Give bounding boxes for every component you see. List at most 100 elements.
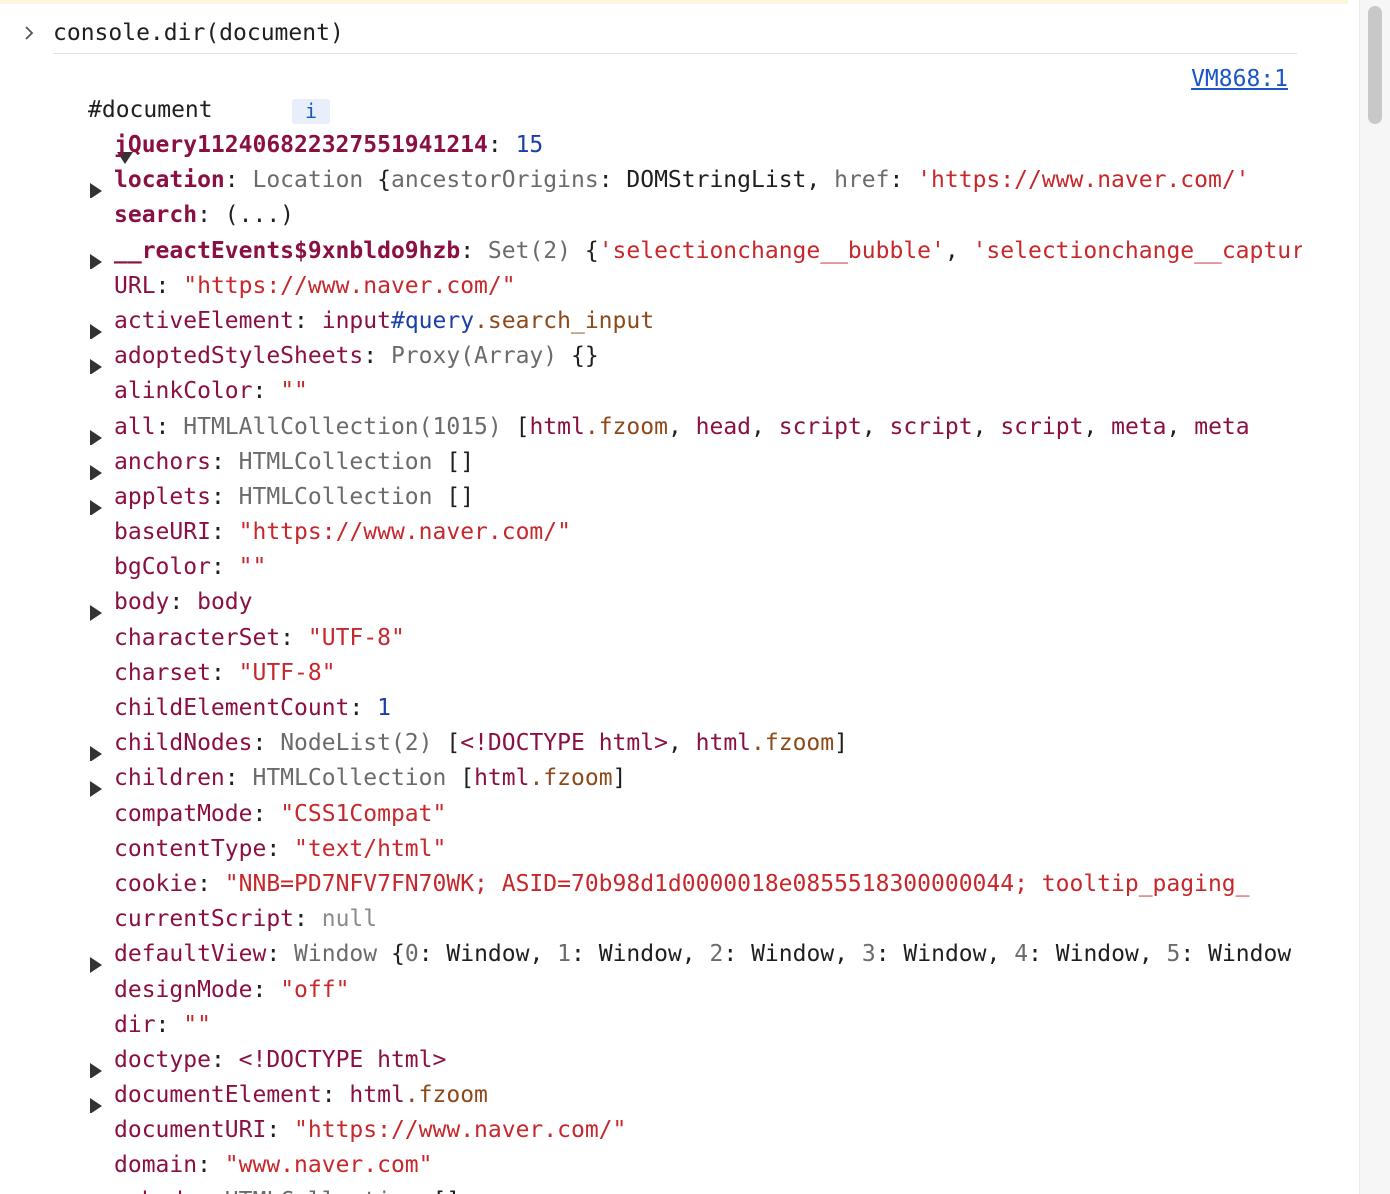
property-value-part: script [889,413,973,440]
property-value-part: , [944,237,973,264]
scrollbar[interactable] [1359,0,1390,1194]
property-value-part: html [529,413,585,440]
property-row[interactable]: children: HTMLCollection [html.fzoom] [0,761,1302,797]
property-key: anchors [114,448,211,475]
property-row: characterSet: "UTF-8" [0,621,1302,656]
scrollbar-thumb[interactable] [1368,6,1382,124]
property-value-part: { [390,941,405,968]
property-key: applets [114,483,211,510]
property-row[interactable]: adoptedStyleSheets: Proxy(Array) {} [0,339,1302,375]
triangle-right-icon[interactable] [90,175,102,199]
property-value-part: "https://www.naver.com/" [238,519,571,546]
property-content: jQuery112406822327551941214: 15 [114,128,1302,163]
property-value-part: 2 [709,941,724,968]
property-key: URL [114,272,156,299]
property-value-part: body [197,589,253,616]
property-key: compatMode [114,800,253,827]
property-value-part: : Window, [875,941,1015,968]
document-root-row[interactable]: #document i [62,93,330,164]
property-value-part: : Window, [1028,941,1167,968]
property-row: domain: "www.naver.com" [0,1148,1302,1183]
property-value-part: "CSS1Compat" [280,800,447,827]
property-value-part: "text/html" [294,835,447,862]
property-value-part: : [224,765,253,792]
property-value-part: : [210,1046,239,1073]
property-row[interactable]: embeds: HTMLCollection [] [0,1184,1302,1194]
property-row[interactable]: applets: HTMLCollection [] [0,480,1302,516]
property-value-part: : [266,1117,295,1144]
property-content: cookie: "NNB=PD7NFV7FN70WK; ASID=70b98d1… [114,867,1302,902]
property-content: dir: "" [114,1008,1302,1043]
warning-strip [0,0,1348,4]
triangle-right-icon[interactable] [90,1055,102,1079]
property-value-part: : [349,695,378,721]
property-value-part: Window [294,941,391,968]
source-link[interactable]: VM868:1 [1191,62,1288,96]
property-row[interactable]: all: HTMLAllCollection(1015) [html.fzoom… [0,410,1302,445]
property-row[interactable]: doctype: <!DOCTYPE html> [0,1043,1302,1079]
property-row[interactable]: childNodes: NodeList(2) [<!DOCTYPE html>… [0,726,1302,762]
property-value-part: "" [238,554,267,581]
property-content: all: HTMLAllCollection(1015) [html.fzoom… [114,410,1302,445]
property-row[interactable]: anchors: HTMLCollection [] [0,445,1302,480]
property-value-part: : Window, [418,941,558,968]
property-content: applets: HTMLCollection [] [114,480,1302,515]
property-value-part: <!DOCTYPE html> [460,730,668,757]
property-value-part: script [778,413,862,440]
property-value-part: : Window, [571,941,710,968]
property-row[interactable]: body: body [0,585,1302,621]
property-key: location [114,167,225,194]
property-row[interactable]: documentElement: html.fzoom [0,1078,1302,1114]
triangle-right-icon[interactable] [90,351,102,375]
property-key: children [114,765,225,792]
triangle-right-icon[interactable] [90,773,102,797]
triangle-right-icon[interactable] [90,738,102,762]
property-content: childNodes: NodeList(2) [<!DOCTYPE html>… [114,726,1302,761]
property-key: defaultView [114,941,267,968]
property-key: adoptedStyleSheets [114,343,364,370]
console-input-row: console.dir(document) [0,14,1298,52]
property-value-part: : [266,835,295,862]
triangle-right-icon[interactable] [90,316,102,340]
property-value-part: .fzoom [529,765,613,792]
property-content: location: Location {ancestorOrigins: DOM… [114,163,1302,198]
triangle-right-icon[interactable] [90,949,102,973]
property-key: designMode [114,976,253,1003]
property-value-part: "UTF-8" [307,624,405,651]
property-row[interactable]: __reactEvents$9xnbldo9hzb: Set(2) {'sele… [0,234,1302,269]
property-value-part: html [695,730,752,757]
triangle-right-icon[interactable] [90,422,102,445]
property-value-part: : [155,272,184,299]
property-value-part: : [252,976,281,1003]
info-icon[interactable]: i [292,99,330,124]
property-row[interactable]: location: Location {ancestorOrigins: DOM… [0,163,1302,199]
property-content: activeElement: input#query.search_input [114,304,1302,339]
property-value-part: : [487,132,516,158]
property-value-part: : [294,307,322,334]
property-value-part: NodeList(2) [280,730,447,757]
property-key: documentElement [114,1082,322,1109]
property-value-part: .fzoom [404,1082,488,1109]
property-value-part: meta [1111,413,1167,440]
property-row: search: (...) [0,198,1302,233]
property-value-part: , [861,413,890,440]
property-row[interactable]: activeElement: input#query.search_input [0,304,1302,340]
property-value-part: 'https://www.naver.com/' [917,167,1250,194]
input-divider [53,53,1297,54]
property-value-part: 'selectionchange__bubble' [598,237,945,264]
triangle-right-icon[interactable] [90,246,102,269]
property-value-part: Location [252,167,378,194]
property-value-part: .fzoom [751,730,835,757]
triangle-right-icon[interactable] [90,597,102,621]
property-value-part: : [210,448,239,475]
property-value-part: HTMLAllCollection(1015) [183,413,516,440]
property-content: alinkColor: "" [114,374,1302,409]
triangle-right-icon[interactable] [90,492,102,516]
property-value-part: {} [570,343,599,370]
triangle-right-icon[interactable] [90,1090,102,1114]
property-content: documentElement: html.fzoom [114,1078,1302,1113]
property-row[interactable]: defaultView: Window {0: Window, 1: Windo… [0,937,1302,973]
property-value-part: head [695,413,752,440]
triangle-right-icon[interactable] [90,457,102,480]
property-key: childElementCount [114,695,350,721]
